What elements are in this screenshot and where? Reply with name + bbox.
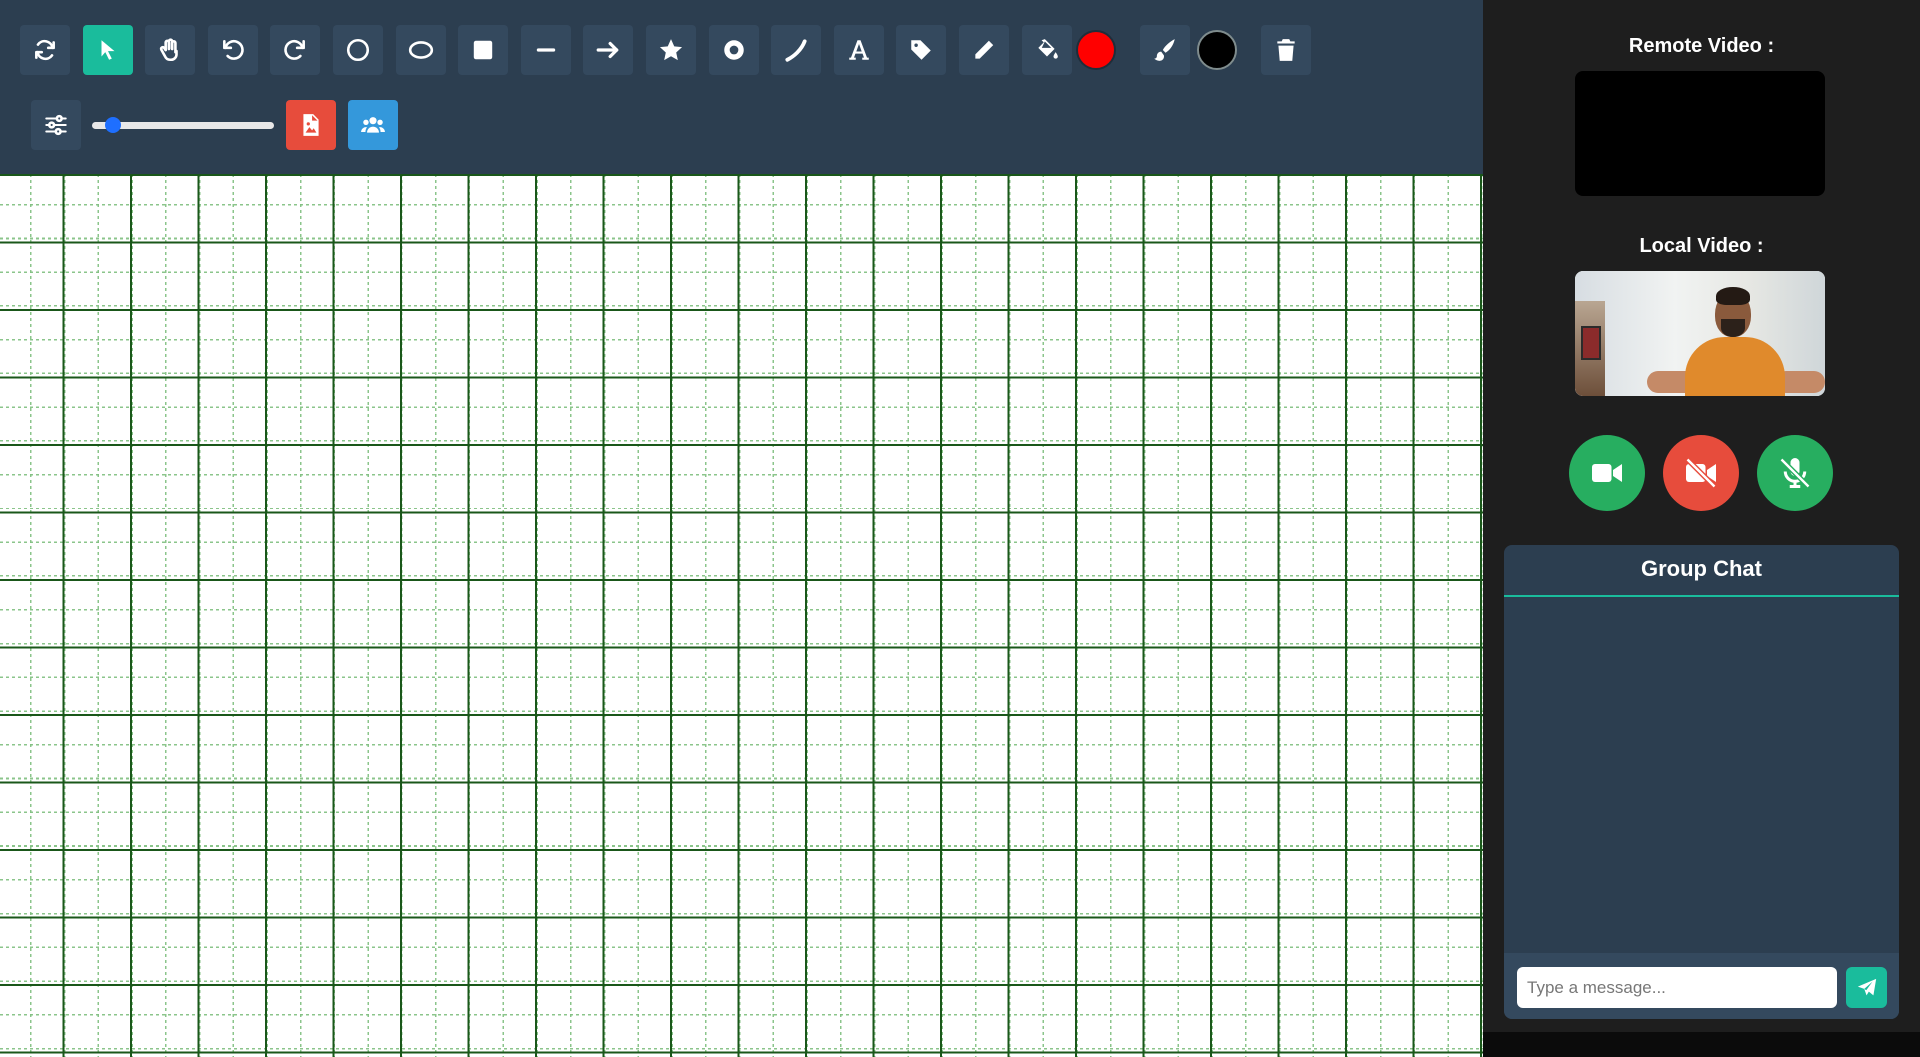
call-controls: [1569, 435, 1851, 511]
undo-icon: [222, 39, 244, 60]
ellipse-tool-button[interactable]: [395, 25, 446, 75]
chat-messages[interactable]: [1504, 597, 1899, 953]
settings-button[interactable]: [31, 100, 81, 150]
cam-beard: [1721, 319, 1745, 337]
users-icon: [361, 117, 386, 133]
select-tool-button[interactable]: [82, 25, 133, 75]
point-tool-button[interactable]: [708, 25, 759, 75]
dot-circle-icon: [723, 40, 744, 60]
undo-button[interactable]: [207, 25, 258, 75]
arrow-right-icon: [596, 41, 619, 59]
select-pointer-icon: [101, 40, 115, 60]
participants-button[interactable]: [348, 100, 399, 150]
send-message-button[interactable]: [1846, 967, 1887, 1008]
tag-icon: [911, 40, 932, 60]
cam-poster: [1581, 326, 1601, 360]
fill-tool-button[interactable]: [1021, 25, 1072, 75]
video-camera-off-icon: [1685, 457, 1717, 489]
drawing-canvas[interactable]: [0, 174, 1483, 1057]
local-video-label: Local Video :: [1639, 235, 1764, 257]
paintbrush-icon: [1154, 39, 1175, 61]
remote-video: [1575, 71, 1825, 196]
stop-video-button[interactable]: [1663, 435, 1739, 511]
paper-plane-icon: [1857, 978, 1876, 995]
pencil-tool-button[interactable]: [958, 25, 1009, 75]
label-tool-button[interactable]: [896, 25, 947, 75]
refresh-button[interactable]: [20, 25, 70, 75]
redo-icon: [284, 39, 306, 60]
trash-icon: [1277, 39, 1295, 61]
circle-tool-button[interactable]: [332, 25, 383, 75]
mute-microphone-button[interactable]: [1757, 435, 1833, 511]
clear-canvas-button[interactable]: [1260, 25, 1311, 75]
slider-thumb[interactable]: [105, 117, 122, 133]
star-tool-button[interactable]: [645, 25, 696, 75]
stroke-color-swatch[interactable]: [1196, 30, 1237, 70]
fill-bucket-icon: [1037, 39, 1058, 59]
remote-video-label: Remote Video :: [1628, 35, 1775, 57]
microphone-off-icon: [1779, 457, 1811, 489]
stroke-tool-button[interactable]: [1140, 25, 1191, 75]
toolbar-row-tools: [20, 25, 1323, 75]
rectangle-tool-button[interactable]: [458, 25, 509, 75]
whiteboard-area: [0, 0, 1483, 1057]
sliders-icon: [45, 114, 67, 136]
pan-hand-icon: [160, 38, 178, 62]
insert-image-button[interactable]: [285, 100, 336, 150]
pencil-icon: [975, 40, 994, 59]
refresh-icon: [35, 39, 55, 61]
star-icon: [659, 39, 682, 61]
text-icon: [848, 40, 869, 60]
group-chat: Group Chat: [1504, 545, 1899, 1019]
arrow-tool-button[interactable]: [583, 25, 634, 75]
cam-body: [1685, 337, 1785, 396]
start-video-button[interactable]: [1569, 435, 1645, 511]
curve-tool-button[interactable]: [771, 25, 822, 75]
brush-size-slider[interactable]: [88, 110, 274, 140]
curve-icon: [785, 39, 807, 62]
line-icon: [536, 48, 555, 52]
chat-footer: [1504, 953, 1899, 1019]
fill-color-swatch[interactable]: [1076, 30, 1117, 70]
toolbar: [0, 0, 1483, 174]
square-icon: [473, 40, 493, 60]
video-camera-icon: [1592, 464, 1622, 482]
ellipse-icon: [408, 41, 433, 59]
pan-tool-button[interactable]: [145, 25, 196, 75]
video-chat-panel: Remote Video : Local Video : Group Chat …: [1483, 0, 1920, 1032]
text-tool-button[interactable]: [833, 25, 884, 75]
circle-icon: [346, 38, 370, 62]
line-tool-button[interactable]: [520, 25, 571, 75]
chat-title: Group Chat: [1504, 545, 1899, 597]
redo-button[interactable]: [270, 25, 321, 75]
chat-message-input[interactable]: [1517, 967, 1837, 1008]
app-window: Remote Video : Local Video : Group Chat …: [0, 0, 1920, 1057]
local-video: [1575, 271, 1825, 396]
image-icon: [303, 114, 319, 136]
grid-major-lines: [0, 174, 1483, 1057]
cam-hair: [1716, 287, 1750, 305]
toolbar-row-settings: [31, 100, 411, 150]
